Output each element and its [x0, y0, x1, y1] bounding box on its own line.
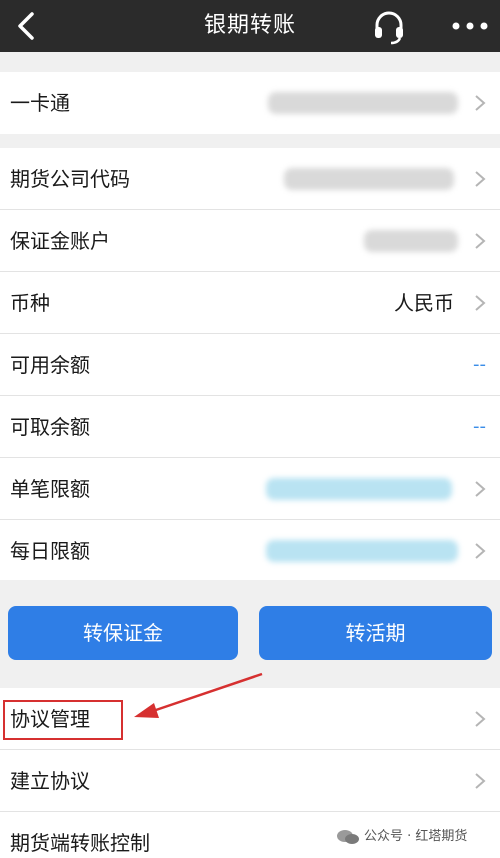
- watermark-text: 公众号 · 红塔期货: [364, 829, 468, 844]
- headset-icon[interactable]: [370, 8, 408, 46]
- withdrawable-balance-label: 可取余额: [10, 415, 90, 439]
- single-limit-label: 单笔限额: [10, 477, 90, 501]
- chevron-right-icon: [475, 233, 486, 249]
- chevron-right-icon: [475, 711, 486, 727]
- single-limit-row[interactable]: 单笔限额: [0, 458, 500, 520]
- chevron-right-icon: [475, 543, 486, 559]
- futures-company-code-label: 期货公司代码: [10, 167, 130, 191]
- chevron-right-icon: [475, 481, 486, 497]
- margin-account-label: 保证金账户: [10, 229, 110, 253]
- currency-value: 人民币: [394, 291, 454, 315]
- masked-daily-limit: [266, 540, 458, 562]
- margin-account-row[interactable]: 保证金账户: [0, 210, 500, 272]
- transfer-to-current-button[interactable]: 转活期: [259, 606, 492, 660]
- account-details-section: 期货公司代码 保证金账户 币种 人民币 可用余额 -- 可取余额 -- 单笔限额…: [0, 148, 500, 580]
- masked-single-limit: [266, 478, 452, 500]
- annotation-highlight-box: [3, 700, 123, 740]
- currency-label: 币种: [10, 291, 50, 315]
- withdrawable-balance-row: 可取余额 --: [0, 396, 500, 458]
- transfer-to-margin-button[interactable]: 转保证金: [8, 606, 238, 660]
- masked-margin-account: [364, 230, 458, 252]
- card-select-row[interactable]: 一卡通: [0, 72, 500, 134]
- card-label: 一卡通: [10, 91, 70, 115]
- available-balance-label: 可用余额: [10, 353, 90, 377]
- futures-company-code-row[interactable]: 期货公司代码: [0, 148, 500, 210]
- masked-company-code: [284, 168, 454, 190]
- withdrawable-balance-value: --: [473, 416, 486, 437]
- daily-limit-label: 每日限额: [10, 539, 90, 563]
- chevron-right-icon: [475, 95, 486, 111]
- chevron-right-icon: [475, 171, 486, 187]
- more-dots-icon[interactable]: [448, 10, 492, 42]
- available-balance-value: --: [473, 354, 486, 375]
- top-nav-bar: 银期转账: [0, 0, 500, 52]
- futures-transfer-control-label: 期货端转账控制: [10, 831, 150, 855]
- wechat-icon: [337, 830, 359, 844]
- currency-row[interactable]: 币种 人民币: [0, 272, 500, 334]
- watermark: 公众号 · 红塔期货: [336, 826, 467, 848]
- create-agreement-row[interactable]: 建立协议: [0, 750, 500, 812]
- daily-limit-row[interactable]: 每日限额: [0, 520, 500, 582]
- page-title: 银期转账: [203, 13, 296, 38]
- card-section: 一卡通: [0, 72, 500, 134]
- masked-card-number: [268, 92, 458, 114]
- available-balance-row: 可用余额 --: [0, 334, 500, 396]
- create-agreement-label: 建立协议: [10, 769, 90, 793]
- chevron-right-icon: [475, 295, 486, 311]
- chevron-right-icon: [475, 773, 486, 789]
